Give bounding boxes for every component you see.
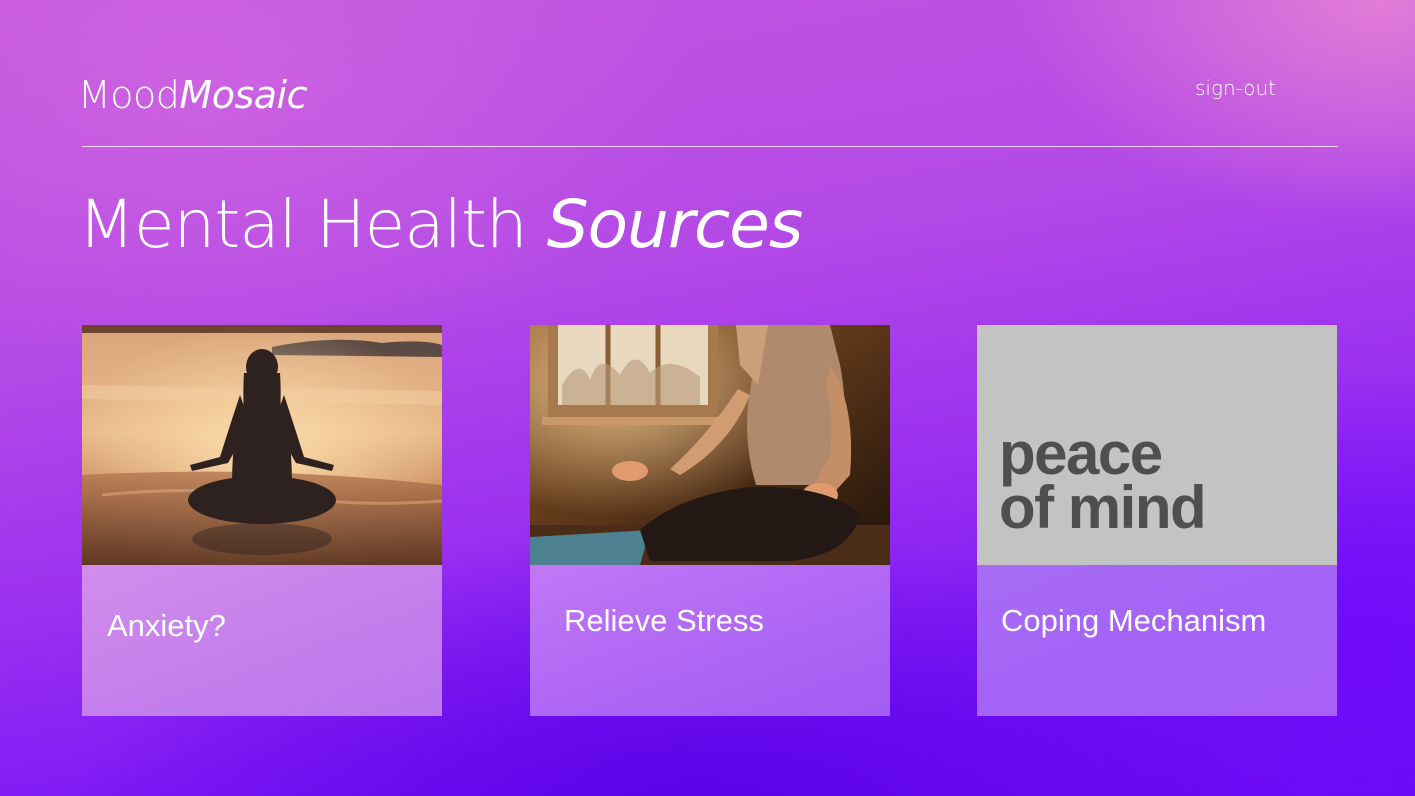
page-title-part2: Sources bbox=[546, 186, 804, 263]
header-divider bbox=[82, 146, 1338, 147]
meditation-beach-sunset-photo bbox=[82, 325, 442, 565]
card-caption: Anxiety? bbox=[82, 565, 442, 716]
poster-line-2: of mind bbox=[999, 474, 1207, 541]
card-label-coping-mechanism: Coping Mechanism bbox=[1001, 603, 1267, 638]
brand-logo[interactable]: MoodMosaic bbox=[78, 76, 307, 114]
card-label-anxiety: Anxiety? bbox=[107, 608, 226, 643]
card-coping-mechanism[interactable]: peace of mind Coping Mechanism bbox=[977, 325, 1337, 716]
sign-out-link[interactable]: sign-out bbox=[1195, 78, 1276, 98]
poster-line-1: peace bbox=[999, 420, 1163, 487]
card-label-relieve-stress: Relieve Stress bbox=[564, 603, 764, 638]
card-anxiety[interactable]: Anxiety? bbox=[82, 325, 442, 716]
card-caption: Relieve Stress bbox=[530, 565, 890, 716]
poster-text: peace of mind bbox=[999, 420, 1207, 541]
brand-name-part2: Mosaic bbox=[179, 73, 307, 117]
card-relieve-stress[interactable]: Relieve Stress bbox=[530, 325, 890, 716]
brand-name-part1: Mood bbox=[78, 73, 180, 117]
peace-of-mind-poster: peace of mind bbox=[977, 325, 1337, 565]
meditation-window-room-photo bbox=[530, 325, 890, 565]
page-title-part1: Mental Health bbox=[78, 186, 528, 263]
card-caption: Coping Mechanism bbox=[977, 565, 1337, 716]
page-title: Mental Health Sources bbox=[78, 192, 803, 258]
